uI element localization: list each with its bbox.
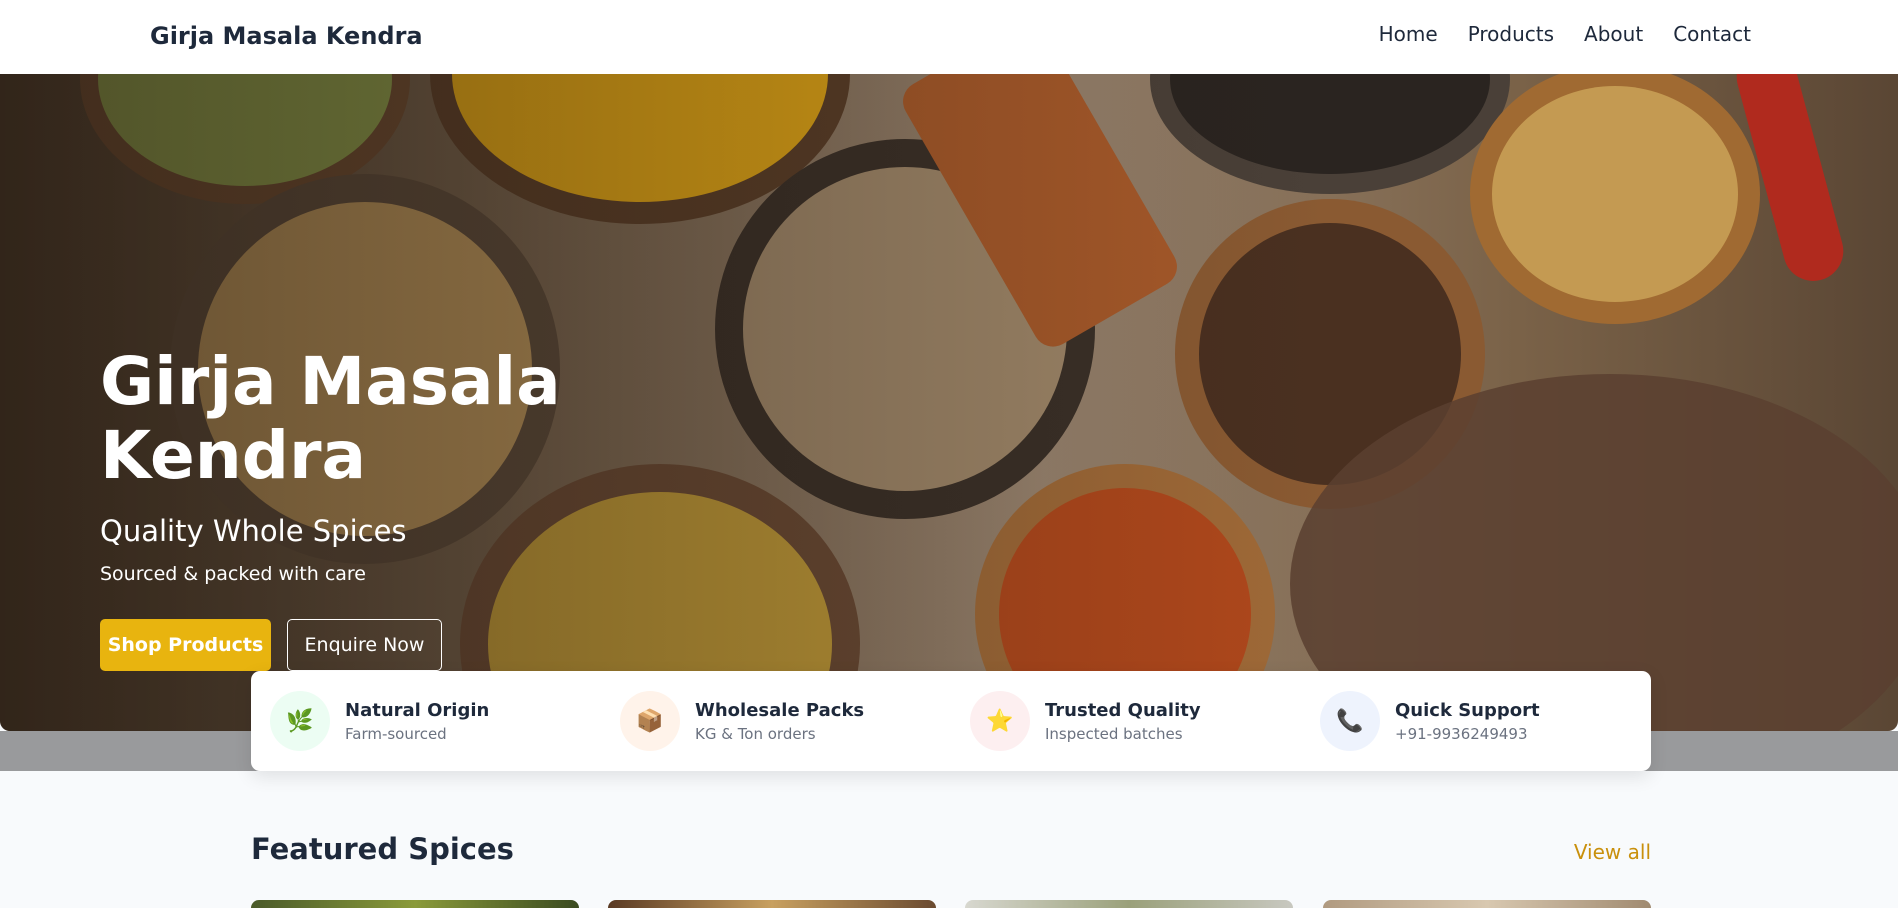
product-card-thumb[interactable] [251,900,579,908]
feature-subtitle: Farm-sourced [345,725,447,743]
brand-logo-text[interactable]: Girja Masala Kendra [150,22,423,50]
feature-subtitle: +91-9936249493 [1395,725,1528,743]
product-card-thumb[interactable] [608,900,936,908]
hero-title: Girja Masala Kendra [100,343,561,494]
site-header: Girja Masala Kendra Home Products About … [0,0,1898,74]
hero-tagline: Sourced & packed with care [100,563,366,585]
feature-title: Quick Support [1395,700,1540,721]
phone-icon: 📞 [1320,691,1380,751]
hero-banner: Girja Masala Kendra Quality Whole Spices… [0,74,1898,731]
package-icon: 📦 [620,691,680,751]
feature-title: Wholesale Packs [695,700,865,721]
feature-item: ⭐ Trusted Quality Inspected batches [951,671,1301,771]
product-card-thumb[interactable] [1323,900,1651,908]
enquire-now-button[interactable]: Enquire Now [287,619,442,671]
product-card-thumb[interactable] [965,900,1293,908]
feature-subtitle: Inspected batches [1045,725,1183,743]
nav-about-link[interactable]: About [1584,22,1643,46]
view-all-link[interactable]: View all [1574,840,1651,864]
nav-products-link[interactable]: Products [1468,22,1554,46]
hero-subtitle: Quality Whole Spices [100,514,407,548]
nav-contact-link[interactable]: Contact [1673,22,1751,46]
star-icon: ⭐ [970,691,1030,751]
feature-item: 📞 Quick Support +91-9936249493 [1301,671,1651,771]
featured-spices-title: Featured Spices [251,832,514,866]
shop-products-button[interactable]: Shop Products [100,619,271,671]
feature-item: 🌿 Natural Origin Farm-sourced [251,671,601,771]
herb-icon: 🌿 [270,691,330,751]
features-card: 🌿 Natural Origin Farm-sourced 📦 Wholesale Pa… [251,671,1651,771]
feature-title: Trusted Quality [1045,700,1201,721]
feature-title: Natural Origin [345,700,490,721]
nav-home-link[interactable]: Home [1379,22,1438,46]
main-nav: Home Products About Contact [1379,22,1751,46]
feature-item: 📦 Wholesale Packs KG & Ton orders [601,671,951,771]
feature-subtitle: KG & Ton orders [695,725,816,743]
